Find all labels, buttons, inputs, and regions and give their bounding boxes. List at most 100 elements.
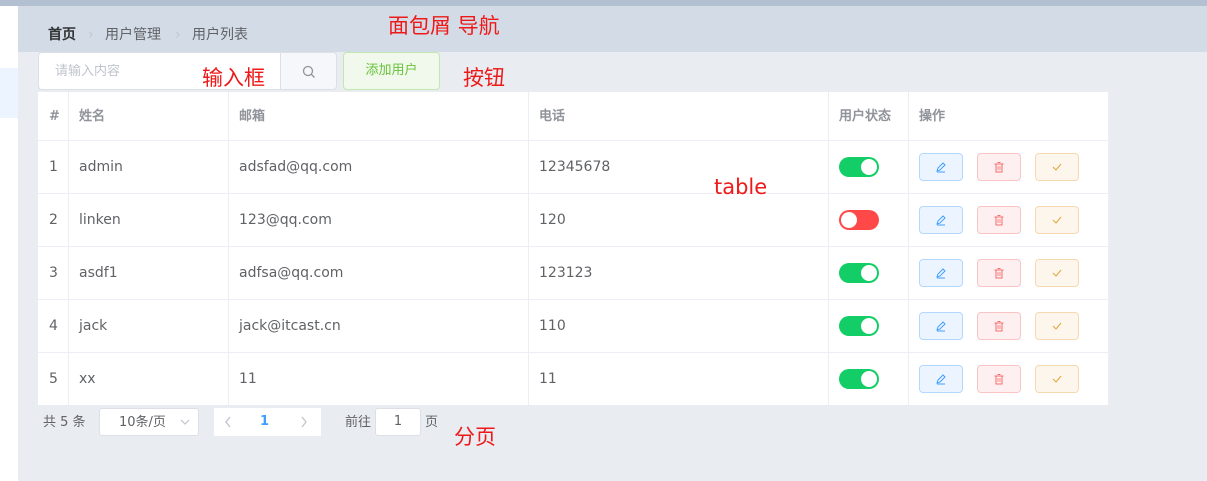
prev-page-icon[interactable] [224, 416, 232, 428]
switch-knob [861, 159, 877, 175]
annotation-breadcrumb: 面包屑 导航 [388, 14, 500, 38]
annotation-table: table [714, 175, 768, 199]
pagination-total: 共 5 条 [43, 415, 86, 430]
assign-role-button[interactable] [1035, 153, 1079, 181]
column-header-index: # [49, 109, 60, 124]
edit-icon [936, 162, 946, 173]
status-switch[interactable] [839, 369, 879, 389]
row-divider [38, 193, 1108, 194]
delete-button[interactable] [977, 259, 1021, 287]
status-switch[interactable] [839, 157, 879, 177]
annotation-button: 按钮 [463, 66, 505, 90]
user-table: # 姓名 邮箱 电话 用户状态 操作 1 admin adsfad@qq.com… [38, 92, 1109, 405]
row-name: admin [79, 159, 123, 175]
search-button[interactable] [280, 52, 337, 90]
delete-button[interactable] [977, 206, 1021, 234]
delete-icon [994, 268, 1004, 279]
column-header-phone: 电话 [539, 109, 566, 124]
breadcrumb-user-list: 用户列表 [192, 27, 248, 43]
assign-role-icon [1052, 163, 1062, 171]
assign-role-icon [1052, 269, 1062, 277]
goto-page-input[interactable]: 1 [375, 408, 421, 436]
row-phone: 120 [539, 212, 566, 228]
row-name: linken [79, 212, 121, 228]
delete-icon [994, 162, 1004, 173]
status-switch[interactable] [839, 316, 879, 336]
row-phone: 123123 [539, 265, 593, 281]
edit-button[interactable] [919, 365, 963, 393]
annotation-pagination: 分页 [454, 425, 496, 449]
add-user-button[interactable]: 添加用户 [343, 52, 440, 90]
column-divider [908, 92, 909, 405]
row-name: jack [79, 318, 108, 334]
row-index: 3 [49, 265, 58, 281]
page-size-select[interactable]: 10条/页 [99, 408, 199, 436]
page-size-value: 10条/页 [119, 415, 166, 430]
annotation-input: 输入框 [202, 66, 265, 90]
edit-icon [936, 374, 946, 385]
row-email: jack@itcast.cn [239, 318, 341, 334]
row-email: 11 [239, 371, 257, 387]
delete-icon [994, 321, 1004, 332]
column-header-status: 用户状态 [839, 109, 892, 124]
row-index: 5 [49, 371, 58, 387]
row-name: xx [79, 371, 96, 387]
delete-icon [994, 215, 1004, 226]
switch-knob [841, 212, 857, 228]
search-placeholder: 请输入内容 [55, 64, 121, 79]
edit-icon [936, 268, 946, 279]
next-page-icon[interactable] [300, 416, 308, 428]
assign-role-icon [1052, 375, 1062, 383]
column-header-actions: 操作 [919, 109, 946, 124]
edit-button[interactable] [919, 259, 963, 287]
row-index: 2 [49, 212, 58, 228]
column-divider [228, 92, 229, 405]
breadcrumb-separator-icon: › [88, 27, 94, 43]
chevron-down-icon [180, 419, 190, 425]
edit-icon [936, 321, 946, 332]
switch-knob [861, 371, 877, 387]
goto-page-unit: 页 [425, 415, 439, 430]
pager: 1 [214, 408, 321, 436]
breadcrumb-user-management: 用户管理 [105, 27, 161, 43]
row-divider [38, 299, 1108, 300]
switch-knob [861, 265, 877, 281]
row-index: 1 [49, 159, 58, 175]
row-email: 123@qq.com [239, 212, 332, 228]
search-icon [302, 65, 315, 78]
row-email: adsfad@qq.com [239, 159, 353, 175]
column-divider [528, 92, 529, 405]
sidebar-active-item[interactable] [0, 68, 18, 118]
assign-role-button[interactable] [1035, 206, 1079, 234]
row-index: 4 [49, 318, 58, 334]
edit-button[interactable] [919, 312, 963, 340]
edit-button[interactable] [919, 153, 963, 181]
assign-role-button[interactable] [1035, 259, 1079, 287]
status-switch[interactable] [839, 263, 879, 283]
row-divider [38, 140, 1108, 141]
delete-button[interactable] [977, 153, 1021, 181]
column-header-name: 姓名 [79, 109, 106, 124]
column-divider [1108, 92, 1109, 405]
assign-role-button[interactable] [1035, 312, 1079, 340]
goto-label: 前往 [345, 415, 372, 430]
status-switch[interactable] [839, 210, 879, 230]
row-email: adfsa@qq.com [239, 265, 344, 281]
page-number-current[interactable]: 1 [260, 415, 269, 429]
row-name: asdf1 [79, 265, 118, 281]
column-divider [828, 92, 829, 405]
breadcrumb-separator-icon: › [175, 27, 181, 43]
row-phone: 12345678 [539, 159, 611, 175]
row-divider [38, 352, 1108, 353]
breadcrumb-home[interactable]: 首页 [48, 27, 76, 43]
row-phone: 110 [539, 318, 566, 334]
sidebar [0, 6, 18, 481]
column-divider [68, 92, 69, 405]
column-header-email: 邮箱 [239, 109, 266, 124]
edit-icon [936, 215, 946, 226]
delete-button[interactable] [977, 365, 1021, 393]
row-phone: 11 [539, 371, 557, 387]
assign-role-button[interactable] [1035, 365, 1079, 393]
delete-button[interactable] [977, 312, 1021, 340]
edit-button[interactable] [919, 206, 963, 234]
